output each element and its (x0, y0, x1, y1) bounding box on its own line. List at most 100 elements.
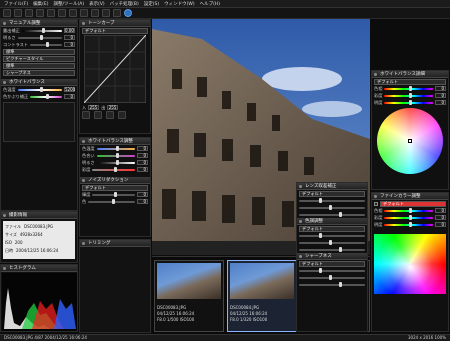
slider-thumb[interactable] (328, 204, 332, 210)
adjust-slider[interactable] (30, 41, 62, 47)
curve-input-value[interactable]: 255 (88, 105, 100, 110)
mid-panel-dropdown[interactable]: デフォルト (299, 190, 365, 197)
slider-thumb[interactable] (408, 207, 412, 213)
slider-thumb[interactable] (46, 93, 50, 99)
slider-thumb[interactable] (39, 34, 43, 40)
adjust-slider[interactable] (384, 92, 433, 98)
mid-slider[interactable] (299, 274, 365, 280)
next-icon[interactable] (36, 9, 44, 17)
eyedropper-icon[interactable] (106, 110, 114, 119)
mid-panel-header[interactable]: シャープネス (297, 253, 367, 260)
slider-thumb[interactable] (115, 159, 119, 165)
mid-slider[interactable] (299, 239, 365, 245)
slider-thumb[interactable] (318, 197, 322, 203)
slider-value[interactable]: 0 (435, 100, 446, 105)
histogram-header[interactable]: ヒストグラム (1, 265, 77, 272)
adjust-slider[interactable] (17, 34, 62, 40)
slider-thumb[interactable] (111, 198, 115, 204)
slider-value[interactable]: 0 (435, 93, 446, 98)
slider-value[interactable]: 0 (435, 215, 446, 220)
color-detail-header[interactable]: ホワイトバランス詳細 (372, 71, 448, 78)
curve-linear-icon[interactable] (94, 110, 102, 119)
slider-thumb[interactable] (408, 99, 412, 105)
fine-color-wheel[interactable] (374, 234, 446, 294)
slider-thumb[interactable] (408, 92, 412, 98)
curve-output-value[interactable]: 255 (107, 105, 119, 110)
adjust-slider[interactable] (384, 207, 433, 213)
mid-slider[interactable] (299, 211, 365, 217)
exposure-slider[interactable] (21, 27, 62, 33)
slider-value[interactable]: 0 (435, 86, 446, 91)
curve-reset-icon[interactable] (82, 110, 90, 119)
mid-panel-header[interactable]: レンズ収差補正 (297, 183, 367, 190)
adjust-slider[interactable] (96, 145, 135, 151)
slider-value[interactable]: 0 (64, 94, 75, 99)
adjust-slider[interactable] (96, 159, 135, 165)
slider-thumb[interactable] (115, 145, 119, 151)
thumbnail[interactable]: DSC00084.JPG 04/12/25 16:06:24 F8.0 1/320 … (227, 260, 297, 332)
slider-thumb[interactable] (408, 214, 412, 220)
color-mode-dropdown[interactable]: デフォルト (374, 78, 446, 85)
color-wheel[interactable] (377, 108, 443, 174)
adjust-slider[interactable] (384, 214, 433, 220)
slider-thumb[interactable] (338, 246, 342, 252)
mid-slider[interactable] (299, 232, 365, 238)
zoom-icon[interactable] (47, 9, 55, 17)
curve-mode-dropdown[interactable]: デフォルト (82, 27, 148, 34)
style-dropdown[interactable]: 標準 (3, 62, 75, 69)
slider-thumb[interactable] (318, 232, 322, 238)
rotate-icon[interactable] (80, 9, 88, 17)
slider-thumb[interactable] (338, 211, 342, 217)
fine-color-header[interactable]: ファインカラー調整 (372, 193, 448, 200)
mid-slider[interactable] (299, 281, 365, 287)
tone-adjust-header[interactable]: マニュアル調整 (1, 20, 77, 27)
slider-value[interactable]: 0 (435, 208, 446, 213)
slider-thumb[interactable] (39, 86, 43, 92)
slider-value[interactable]: 5200 (64, 87, 75, 92)
slider-value[interactable]: 0 (64, 35, 75, 40)
exposure-value[interactable]: 0.00 (64, 28, 75, 33)
mid-slider[interactable] (299, 267, 365, 273)
thumbnail[interactable]: DSC00083.JPG 04/12/25 16:06:24 F8.0 1/500 … (154, 260, 224, 332)
prev-icon[interactable] (25, 9, 33, 17)
tone-curve-header[interactable]: トーンカーブ (80, 20, 150, 27)
help-icon[interactable] (124, 9, 132, 17)
slider-value[interactable]: 0 (137, 192, 148, 197)
adjust-slider[interactable] (96, 152, 135, 158)
wb-adjust-header[interactable]: ホワイトバランス調整 (80, 138, 150, 145)
mid-slider[interactable] (299, 197, 365, 203)
open-icon[interactable] (3, 9, 11, 17)
slider-value[interactable]: 0 (137, 199, 148, 204)
save-icon[interactable] (14, 9, 22, 17)
slider-value[interactable]: 0 (64, 42, 75, 47)
adjust-slider[interactable] (92, 191, 135, 197)
slider-value[interactable]: 0 (137, 167, 148, 172)
menu-item-3[interactable]: 表示(V) (89, 1, 105, 7)
adjust-slider[interactable] (384, 221, 433, 227)
grid-icon[interactable] (91, 9, 99, 17)
slider-value[interactable]: 0 (137, 160, 148, 165)
menu-item-2[interactable]: 調整/ツール(A) (53, 1, 84, 7)
style-dropdown[interactable]: 標準 (3, 48, 75, 55)
color-picker-marker[interactable] (408, 139, 412, 143)
menu-item-6[interactable]: ウィンドウ(W) (164, 1, 194, 7)
wb-subheader[interactable]: ホワイトバランス (1, 79, 77, 86)
slider-thumb[interactable] (115, 152, 119, 158)
menu-item-0[interactable]: ファイル(F) (4, 1, 28, 7)
info-icon[interactable] (113, 9, 121, 17)
style-dropdown[interactable]: ピクチャースタイル (3, 55, 75, 62)
mid-panel-dropdown[interactable]: デフォルト (299, 260, 365, 267)
hand-icon[interactable] (58, 9, 66, 17)
slider-value[interactable]: 0 (137, 153, 148, 158)
adjust-slider[interactable] (384, 99, 433, 105)
fine-color-mode-dropdown[interactable]: デフォルト (380, 200, 446, 207)
menu-item-5[interactable]: 設定(S) (144, 1, 159, 7)
noise-reduction-header[interactable]: ノイズリダクション (80, 177, 150, 184)
menu-item-7[interactable]: ヘルプ(H) (200, 1, 220, 7)
adjust-slider[interactable] (92, 166, 135, 172)
slider-value[interactable]: 0 (435, 222, 446, 227)
slider-thumb[interactable] (408, 221, 412, 227)
compare-icon[interactable] (102, 9, 110, 17)
slider-thumb[interactable] (408, 85, 412, 91)
crop-icon[interactable] (69, 9, 77, 17)
